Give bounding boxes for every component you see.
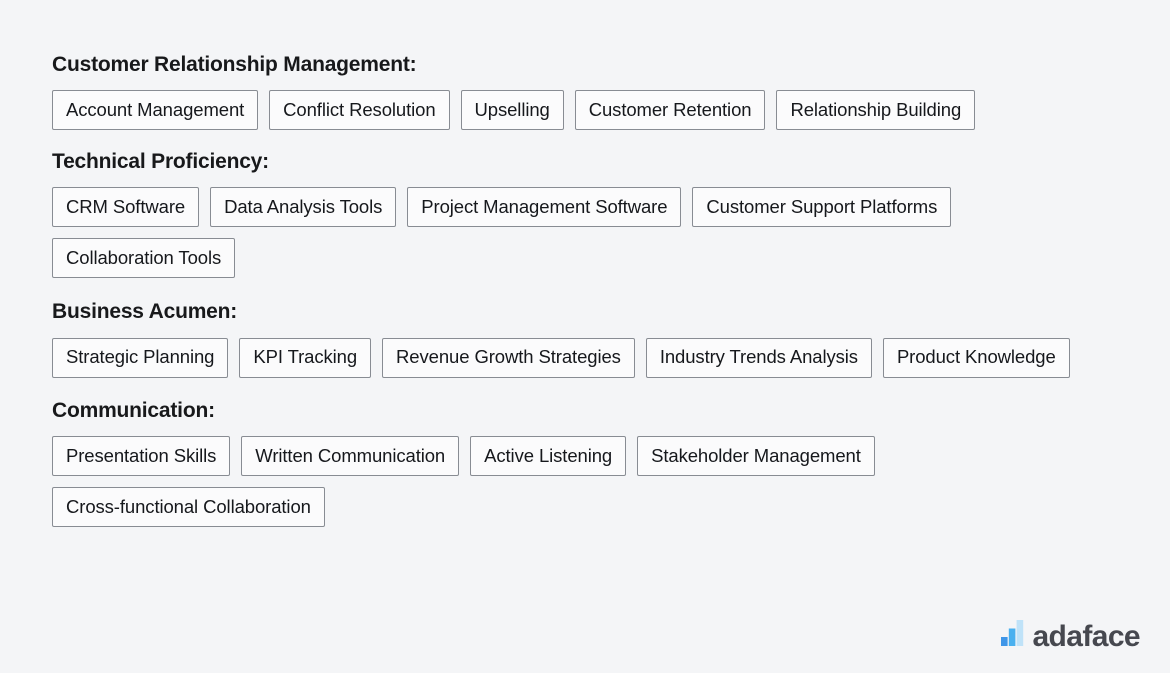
skill-chip[interactable]: Account Management [52,90,259,131]
skill-chip[interactable]: Cross-functional Collaboration [52,486,325,527]
skill-chip[interactable]: Product Knowledge [882,337,1070,378]
skill-chip-row: Presentation Skills Written Communicatio… [52,435,1127,527]
section-business-acumen: Business Acumen: Strategic Planning KPI … [52,299,1170,378]
logo-wordmark: adaface [1032,620,1140,654]
skill-chip[interactable]: Upselling [460,90,564,131]
skill-chip[interactable]: CRM Software [52,187,200,228]
section-customer-relationship-management: Customer Relationship Management: Accoun… [52,52,1170,131]
section-title: Technical Proficiency: [52,150,269,174]
skills-board: Customer Relationship Management: Accoun… [0,0,1170,673]
skill-chip[interactable]: Revenue Growth Strategies [382,337,635,378]
adaface-logo: adaface [1001,620,1141,654]
skill-chip[interactable]: Data Analysis Tools [210,187,397,228]
bar-chart-icon [1001,620,1025,651]
skill-chip[interactable]: Project Management Software [407,187,682,228]
section-communication: Communication: Presentation Skills Writt… [52,398,1170,527]
section-technical-proficiency: Technical Proficiency: CRM Software Data… [52,149,1170,279]
skill-chip[interactable]: Collaboration Tools [52,238,236,279]
skill-chip[interactable]: Strategic Planning [52,337,229,378]
skill-chip[interactable]: Customer Support Platforms [692,187,952,228]
section-title: Business Acumen: [52,300,238,324]
skill-chip-row: Strategic Planning KPI Tracking Revenue … [52,337,1127,378]
skill-chip[interactable]: Stakeholder Management [637,435,875,476]
skill-chip[interactable]: Relationship Building [776,90,976,131]
skill-chip[interactable]: Conflict Resolution [269,90,450,131]
section-title: Customer Relationship Management: [52,53,417,76]
skill-chip[interactable]: Industry Trends Analysis [645,337,872,378]
skill-chip[interactable]: Presentation Skills [52,435,231,476]
skill-chip[interactable]: Active Listening [470,435,627,476]
skill-chip-row: CRM Software Data Analysis Tools Project… [52,187,1127,279]
skill-chip-row: Account Management Conflict Resolution U… [52,90,1127,131]
section-title: Communication: [52,398,215,422]
skill-chip[interactable]: Customer Retention [574,90,766,131]
skill-chip[interactable]: KPI Tracking [239,337,372,378]
skill-chip[interactable]: Written Communication [241,435,460,476]
